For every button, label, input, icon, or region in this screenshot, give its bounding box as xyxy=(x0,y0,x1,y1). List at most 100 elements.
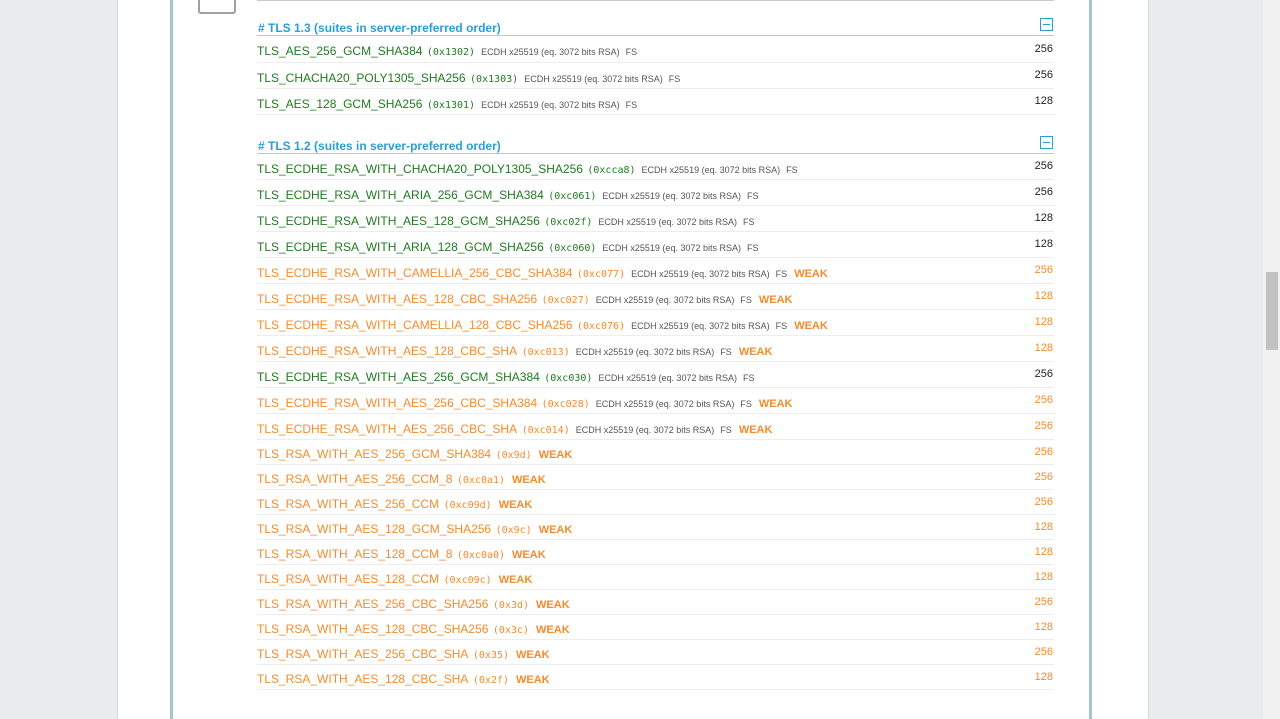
weak-badge: WEAK xyxy=(516,674,550,686)
key-exchange-info: ECDH x25519 (eq. 3072 bits RSA) xyxy=(602,243,741,253)
scrollbar-track[interactable] xyxy=(1263,0,1280,719)
suite-code: (0xc014) xyxy=(521,425,570,436)
key-size-bits: 128 xyxy=(1034,342,1053,354)
cipher-suite-row: TLS_ECDHE_RSA_WITH_CAMELLIA_128_CBC_SHA2… xyxy=(257,310,1054,336)
cipher-suite-row: TLS_AES_256_GCM_SHA384 (0x1302) ECDH x255… xyxy=(257,36,1054,63)
cipher-suite-row: TLS_ECDHE_RSA_WITH_AES_128_CBC_SHA256 (0… xyxy=(257,284,1054,310)
key-exchange-info: ECDH x25519 (eq. 3072 bits RSA) xyxy=(575,347,715,357)
weak-badge: WEAK xyxy=(738,346,773,358)
suite-name: TLS_ECDHE_RSA_WITH_CAMELLIA_256_CBC_SHA3… xyxy=(257,266,573,280)
weak-badge: WEAK xyxy=(512,549,546,561)
weak-badge: WEAK xyxy=(738,424,773,436)
suite-code: (0x1303) xyxy=(470,74,519,85)
weak-badge: WEAK xyxy=(536,624,570,636)
suite-name: TLS_RSA_WITH_AES_128_CBC_SHA256 xyxy=(257,622,489,636)
forward-secrecy-label: FS xyxy=(743,217,755,227)
divider xyxy=(257,0,1054,1)
key-size-bits: 256 xyxy=(1034,420,1053,432)
forward-secrecy-label: FS xyxy=(625,100,638,110)
key-size-bits: 128 xyxy=(1034,290,1053,302)
cipher-suite-row: TLS_RSA_WITH_AES_256_GCM_SHA384 (0x9d) WE… xyxy=(257,440,1054,465)
suite-name: TLS_ECDHE_RSA_WITH_CHACHA20_POLY1305_SHA… xyxy=(257,162,583,176)
cipher-suite-row: TLS_ECDHE_RSA_WITH_CAMELLIA_256_CBC_SHA3… xyxy=(257,258,1054,284)
suite-code: (0xc077) xyxy=(576,269,626,280)
key-size-bits: 256 xyxy=(1034,471,1053,483)
suite-name: TLS_AES_128_GCM_SHA256 xyxy=(257,97,423,111)
forward-secrecy-label: FS xyxy=(740,295,752,305)
suite-name: TLS_CHACHA20_POLY1305_SHA256 xyxy=(257,71,466,85)
weak-badge: WEAK xyxy=(538,524,573,536)
cipher-suite-row: TLS_ECDHE_RSA_WITH_CHACHA20_POLY1305_SHA… xyxy=(257,154,1054,180)
key-size-bits: 256 xyxy=(1034,69,1053,81)
forward-secrecy-label: FS xyxy=(720,347,732,357)
key-exchange-info: ECDH x25519 (eq. 3072 bits RSA) xyxy=(598,217,737,227)
cipher-suite-row: TLS_ECDHE_RSA_WITH_ARIA_256_GCM_SHA384 (… xyxy=(257,180,1054,206)
suite-code: (0x1302) xyxy=(426,47,476,58)
cipher-suite-row: TLS_RSA_WITH_AES_128_CCM (0xc09c) WEAK 128 xyxy=(257,565,1054,590)
tls13-collapse-toggle[interactable] xyxy=(1040,18,1053,31)
suite-code: (0xc0a1) xyxy=(456,475,506,486)
key-size-bits: 256 xyxy=(1034,596,1053,608)
scrollbar-thumb[interactable] xyxy=(1266,272,1278,350)
suite-name: TLS_ECDHE_RSA_WITH_AES_256_CBC_SHA xyxy=(257,422,518,436)
suite-name: TLS_ECDHE_RSA_WITH_AES_128_CBC_SHA256 xyxy=(257,292,538,306)
suite-name: TLS_RSA_WITH_AES_128_GCM_SHA256 xyxy=(257,522,492,536)
forward-secrecy-label: FS xyxy=(775,321,788,331)
key-size-bits: 256 xyxy=(1034,368,1053,380)
suite-code: (0x3d) xyxy=(492,600,530,611)
cipher-suite-row: TLS_ECDHE_RSA_WITH_AES_128_CBC_SHA (0xc0… xyxy=(257,336,1054,362)
suite-name: TLS_ECDHE_RSA_WITH_AES_128_GCM_SHA256 xyxy=(257,214,540,228)
key-exchange-info: ECDH x25519 (eq. 3072 bits RSA) xyxy=(481,47,620,57)
suite-code: (0x3c) xyxy=(492,625,530,636)
cipher-suite-row: TLS_RSA_WITH_AES_256_CBC_SHA (0x35) WEAK 2… xyxy=(257,640,1054,665)
tls13-rows: TLS_AES_256_GCM_SHA384 (0x1302) ECDH x255… xyxy=(257,36,1054,115)
suite-name: TLS_RSA_WITH_AES_256_CBC_SHA xyxy=(257,647,469,661)
weak-badge: WEAK xyxy=(794,268,828,280)
cipher-suite-row: TLS_RSA_WITH_AES_128_CBC_SHA256 (0x3c) WE… xyxy=(257,615,1054,640)
suite-code: (0x9c) xyxy=(495,525,532,536)
key-size-bits: 256 xyxy=(1034,496,1053,508)
suite-name: TLS_ECDHE_RSA_WITH_AES_128_CBC_SHA xyxy=(257,344,518,358)
suite-name: TLS_RSA_WITH_AES_256_CBC_SHA256 xyxy=(257,597,489,611)
cipher-suite-row: TLS_RSA_WITH_AES_256_CCM_8 (0xc0a1) WEAK 2… xyxy=(257,465,1054,490)
cipher-suite-row: TLS_ECDHE_RSA_WITH_AES_256_GCM_SHA384 (0… xyxy=(257,362,1054,388)
key-exchange-info: ECDH x25519 (eq. 3072 bits RSA) xyxy=(641,165,781,175)
key-size-bits: 256 xyxy=(1034,186,1053,198)
suite-code: (0xc09d) xyxy=(443,500,492,511)
cipher-suite-row: TLS_ECDHE_RSA_WITH_AES_256_CBC_SHA384 (0… xyxy=(257,388,1054,414)
forward-secrecy-label: FS xyxy=(746,191,759,201)
key-size-bits: 128 xyxy=(1034,521,1053,533)
forward-secrecy-label: FS xyxy=(625,47,638,57)
tls13-suites-table: # TLS 1.3 (suites in server-preferred or… xyxy=(257,11,1054,115)
suite-code: (0xc060) xyxy=(548,243,597,254)
suite-name: TLS_AES_256_GCM_SHA384 xyxy=(257,44,423,58)
key-exchange-info: ECDH x25519 (eq. 3072 bits RSA) xyxy=(631,269,770,279)
tls12-header: # TLS 1.2 (suites in server-preferred or… xyxy=(257,129,1054,154)
tls12-collapse-toggle[interactable] xyxy=(1040,136,1053,149)
key-size-bits: 128 xyxy=(1034,212,1053,224)
key-exchange-info: ECDH x25519 (eq. 3072 bits RSA) xyxy=(598,373,737,383)
suite-code: (0xc028) xyxy=(541,399,590,410)
suite-name: TLS_ECDHE_RSA_WITH_AES_256_GCM_SHA384 xyxy=(257,370,540,384)
suite-code: (0xc02f) xyxy=(544,217,593,228)
suite-code: (0xcca8) xyxy=(587,165,636,176)
key-size-bits: 128 xyxy=(1034,546,1053,558)
suite-name: TLS_RSA_WITH_AES_256_CCM_8 xyxy=(257,472,453,486)
suite-name: TLS_RSA_WITH_AES_128_CBC_SHA xyxy=(257,672,469,686)
suite-name: TLS_ECDHE_RSA_WITH_ARIA_128_GCM_SHA256 xyxy=(257,240,544,254)
key-size-bits: 256 xyxy=(1034,264,1053,276)
cipher-suite-row: TLS_AES_128_GCM_SHA256 (0x1301) ECDH x255… xyxy=(257,89,1054,115)
key-size-bits: 128 xyxy=(1034,316,1053,328)
suite-code: (0x1301) xyxy=(426,100,476,111)
suite-code: (0xc027) xyxy=(541,295,590,306)
suite-name: TLS_ECDHE_RSA_WITH_AES_256_CBC_SHA384 xyxy=(257,396,538,410)
suite-name: TLS_ECDHE_RSA_WITH_CAMELLIA_128_CBC_SHA2… xyxy=(257,318,573,332)
key-size-bits: 256 xyxy=(1034,43,1053,55)
key-exchange-info: ECDH x25519 (eq. 3072 bits RSA) xyxy=(595,295,735,305)
suite-code: (0xc076) xyxy=(576,321,626,332)
suite-code: (0xc013) xyxy=(521,347,570,358)
forward-secrecy-label: FS xyxy=(720,425,732,435)
cipher-suite-row: TLS_RSA_WITH_AES_128_CBC_SHA (0x2f) WEAK 1… xyxy=(257,665,1054,690)
suite-name: TLS_RSA_WITH_AES_256_CCM xyxy=(257,497,440,511)
tls12-suites-table: # TLS 1.2 (suites in server-preferred or… xyxy=(257,129,1054,690)
